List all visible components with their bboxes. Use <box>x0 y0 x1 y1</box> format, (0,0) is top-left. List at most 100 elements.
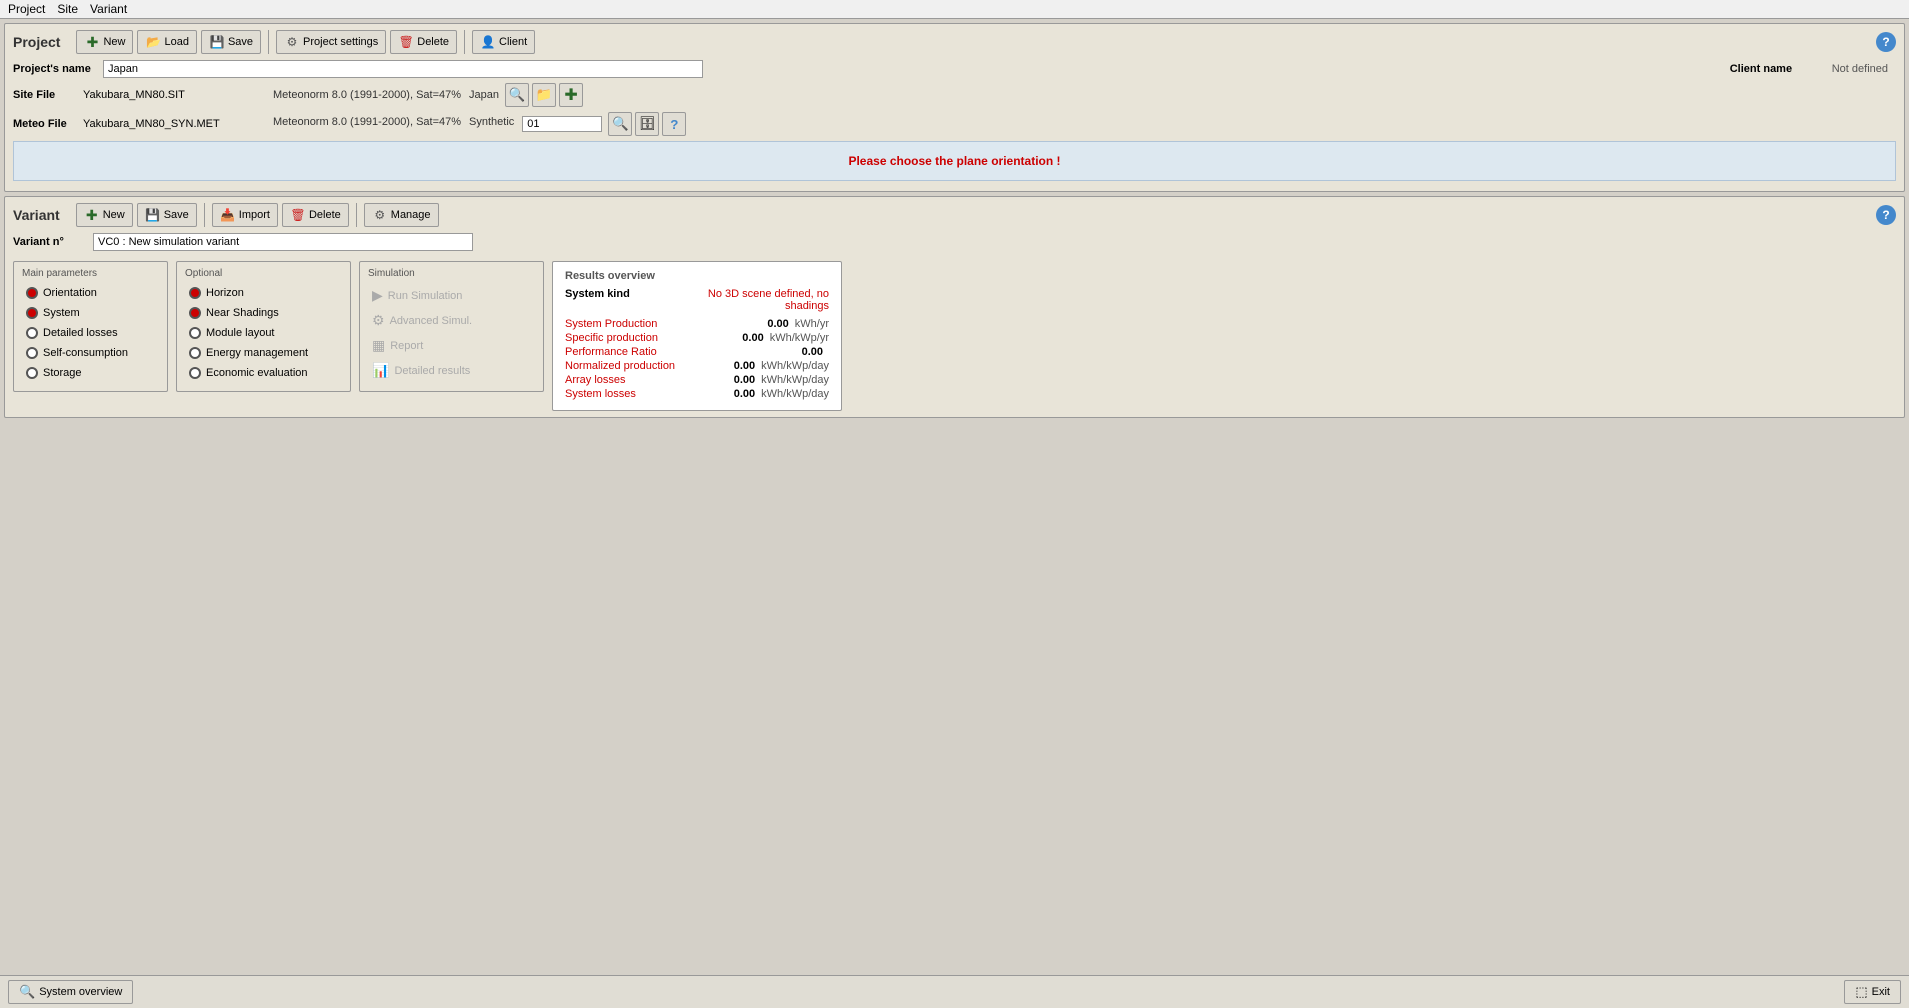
param-system[interactable]: System <box>22 305 159 321</box>
toolbar-divider2 <box>464 30 465 54</box>
meteo-file-dropdown[interactable]: 01 02 <box>522 116 602 132</box>
site-file-label: Site File <box>13 89 83 101</box>
menu-bar: Project Site Variant <box>0 0 1909 19</box>
load-icon: 📂 <box>145 34 161 50</box>
meteo-file-meta: Meteonorm 8.0 (1991-2000), Sat=47% Synth… <box>273 116 602 132</box>
horizon-label: Horizon <box>206 287 244 299</box>
client-button[interactable]: 👤 Client <box>472 30 535 54</box>
variant-new-button[interactable]: ✚ New <box>76 203 133 227</box>
system-losses-num: 0.00 <box>734 388 755 400</box>
orientation-label: Orientation <box>43 287 97 299</box>
storage-radio <box>26 367 38 379</box>
specific-production-value: 0.00 kWh/kWp/yr <box>742 332 829 344</box>
project-settings-button[interactable]: ⚙ Project settings <box>276 30 386 54</box>
meteo-db-button[interactable]: 🗄 <box>635 112 659 136</box>
specific-production-unit: kWh/kWp/yr <box>770 332 829 344</box>
module-layout-label: Module layout <box>206 327 275 339</box>
array-losses-unit: kWh/kWp/day <box>761 374 829 386</box>
project-help-button[interactable]: ? <box>1876 32 1896 52</box>
menu-project[interactable]: Project <box>8 2 45 16</box>
detailed-results-label: Detailed results <box>394 365 470 377</box>
site-file-row: Site File Yakubara_MN80.SIT Meteonorm 8.… <box>13 83 1896 107</box>
meteo-file-actions: 🔍 🗄 ? <box>608 112 749 136</box>
variant-import-button[interactable]: 📥 Import <box>212 203 278 227</box>
save-button[interactable]: 💾 Save <box>201 30 261 54</box>
new-button[interactable]: ✚ New <box>76 30 133 54</box>
param-detailed-losses[interactable]: Detailed losses <box>22 325 159 341</box>
variant-toolbar: ✚ New 💾 Save 📥 Import 🗑 Delete <box>76 203 439 227</box>
results-system-kind-label: System kind <box>565 288 630 312</box>
results-system-kind-value: No 3D scene defined, no shadings <box>669 288 829 312</box>
param-economic-evaluation[interactable]: Economic evaluation <box>185 365 342 381</box>
system-production-value: 0.00 kWh/yr <box>767 318 829 330</box>
load-button[interactable]: 📂 Load <box>137 30 196 54</box>
system-losses-value: 0.00 kWh/kWp/day <box>734 388 829 400</box>
menu-site[interactable]: Site <box>57 2 78 16</box>
array-losses-label: Array losses <box>565 374 626 386</box>
site-search-button[interactable]: 🔍 <box>505 83 529 107</box>
variant-section-header: Variant ✚ New 💾 Save 📥 Import <box>13 203 1896 227</box>
report-button: ▦ Report <box>368 335 535 356</box>
system-overview-icon: 🔍 <box>19 984 35 1000</box>
site-folder-button[interactable]: 📁 <box>532 83 556 107</box>
specific-production-label: Specific production <box>565 332 658 344</box>
param-energy-management[interactable]: Energy management <box>185 345 342 361</box>
site-file-meta1: Meteonorm 8.0 (1991-2000), Sat=47% <box>273 89 461 101</box>
param-horizon[interactable]: Horizon <box>185 285 342 301</box>
variant-delete-button[interactable]: 🗑 Delete <box>282 203 349 227</box>
project-name-input[interactable] <box>103 60 703 78</box>
performance-ratio-num: 0.00 <box>802 346 823 358</box>
meteo-search-button[interactable]: 🔍 <box>608 112 632 136</box>
toolbar-divider <box>268 30 269 54</box>
menu-variant[interactable]: Variant <box>90 2 127 16</box>
run-simulation-label: Run Simulation <box>388 290 463 302</box>
param-storage[interactable]: Storage <box>22 365 159 381</box>
variant-select[interactable]: VC0 : New simulation variant <box>93 233 473 251</box>
param-orientation[interactable]: Orientation <box>22 285 159 301</box>
delete-button[interactable]: 🗑 Delete <box>390 30 457 54</box>
variant-manage-button[interactable]: ⚙ Manage <box>364 203 439 227</box>
param-self-consumption[interactable]: Self-consumption <box>22 345 159 361</box>
variant-manage-icon: ⚙ <box>372 207 388 223</box>
optional-params-title: Optional <box>185 268 342 279</box>
project-section: Project ✚ New 📂 Load 💾 Save <box>4 23 1905 192</box>
energy-management-label: Energy management <box>206 347 308 359</box>
variant-divider <box>204 203 205 227</box>
meteo-help-button[interactable]: ? <box>662 112 686 136</box>
exit-label: Exit <box>1872 986 1890 998</box>
client-icon: 👤 <box>480 34 496 50</box>
site-file-meta2: Japan <box>469 89 499 101</box>
detailed-losses-label: Detailed losses <box>43 327 118 339</box>
param-module-layout[interactable]: Module layout <box>185 325 342 341</box>
meteo-file-row: Meteo File Yakubara_MN80_SYN.MET Meteono… <box>13 112 1896 136</box>
economic-evaluation-label: Economic evaluation <box>206 367 308 379</box>
specific-production-num: 0.00 <box>742 332 763 344</box>
exit-button[interactable]: ⬚ Exit <box>1844 980 1901 1004</box>
advanced-icon: ⚙ <box>372 312 385 329</box>
new-icon: ✚ <box>84 34 100 50</box>
settings-icon: ⚙ <box>284 34 300 50</box>
normalized-production-value: 0.00 kWh/kWp/day <box>734 360 829 372</box>
simulation-box: Simulation ▶ Run Simulation ⚙ Advanced S… <box>359 261 544 392</box>
system-production-unit: kWh/yr <box>795 318 829 330</box>
results-specific-production: Specific production 0.00 kWh/kWp/yr <box>565 332 829 344</box>
project-section-header: Project ✚ New 📂 Load 💾 Save <box>13 30 1896 54</box>
system-production-num: 0.00 <box>767 318 788 330</box>
normalized-production-num: 0.00 <box>734 360 755 372</box>
param-near-shadings[interactable]: Near Shadings <box>185 305 342 321</box>
simulation-title: Simulation <box>368 268 535 279</box>
client-name-label: Client name <box>1730 63 1820 75</box>
variant-new-icon: ✚ <box>84 207 100 223</box>
normalized-production-unit: kWh/kWp/day <box>761 360 829 372</box>
detailed-results-icon: 📊 <box>372 362 389 379</box>
variant-help-button[interactable]: ? <box>1876 205 1896 225</box>
site-add-button[interactable]: ✚ <box>559 83 583 107</box>
run-icon: ▶ <box>372 287 383 304</box>
near-shadings-radio <box>189 307 201 319</box>
economic-evaluation-radio <box>189 367 201 379</box>
system-overview-button[interactable]: 🔍 System overview <box>8 980 133 1004</box>
variant-number-label: Variant n° <box>13 236 93 248</box>
meteo-file-meta2: Synthetic <box>469 116 514 132</box>
main-params-title: Main parameters <box>22 268 159 279</box>
variant-save-button[interactable]: 💾 Save <box>137 203 197 227</box>
